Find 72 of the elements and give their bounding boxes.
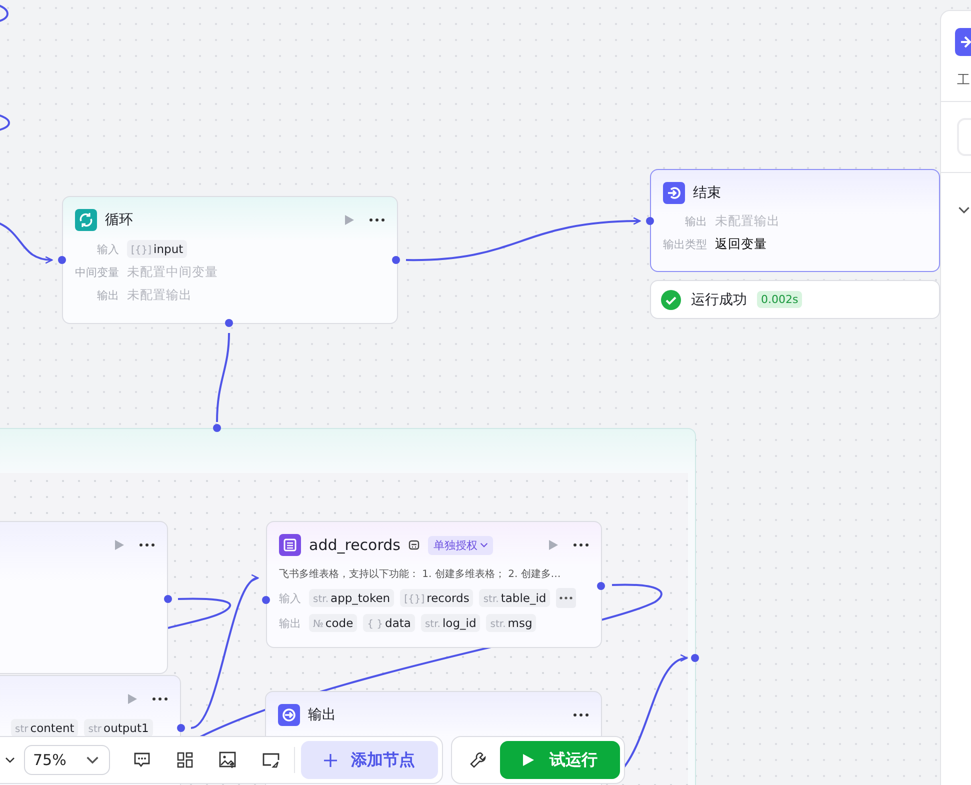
variable-tag: [{}] input: [127, 240, 188, 258]
more-icon[interactable]: [152, 697, 168, 701]
node-title: 输出: [308, 706, 336, 724]
port-handle[interactable]: [58, 256, 66, 264]
field-label: 中间变量: [75, 265, 119, 280]
field-label: 输入: [96, 242, 119, 256]
variable-tag: [{}] records: [400, 589, 474, 607]
node-title: 循环: [105, 211, 133, 229]
variable-tag: str content: [11, 719, 78, 737]
field-value: 未配置输出: [715, 213, 781, 230]
zoom-select[interactable]: 75%: [24, 745, 110, 775]
node-title: 结束: [693, 184, 721, 202]
node-card[interactable]: add_records 单独授权 飞书多维表格，支持以下功能： 1. 创建多维表格； 2. 创建多… 输入 str. app_token [{}] records str. table_id 输出 № code { } data str. log_id str. msg: [266, 521, 602, 648]
port-handle[interactable]: [213, 424, 221, 432]
node-title: add_records: [309, 536, 400, 554]
image-icon[interactable]: [218, 751, 236, 769]
add-node-button[interactable]: 添加节点: [301, 741, 438, 779]
field-label: 输出: [684, 214, 707, 229]
auth-dropdown[interactable]: 单独授权: [428, 536, 494, 554]
variable-tag: { } data: [363, 614, 415, 632]
field-value: 返回变量: [715, 236, 768, 253]
node-description: 飞书多维表格，支持以下功能： 1. 创建多维表格； 2. 创建多…: [279, 568, 562, 581]
port-handle[interactable]: [225, 319, 233, 327]
robot-icon: [408, 539, 420, 551]
comment-icon[interactable]: [132, 751, 150, 769]
exit-icon: [663, 182, 685, 204]
variable-tag: str. table_id: [479, 589, 550, 607]
chevron-down-icon: [86, 756, 99, 764]
port-handle[interactable]: [646, 217, 654, 225]
more-icon[interactable]: [573, 543, 589, 547]
field-value: 未配置中间变量: [127, 264, 219, 281]
node-card[interactable]: 结束 输出 未配置输出 输出类型 返回变量: [650, 169, 940, 272]
variable-tag: № code: [309, 614, 358, 632]
check-icon: [661, 290, 681, 310]
chevron-down-icon[interactable]: [958, 206, 970, 214]
field-label: 输入: [279, 590, 301, 606]
play-icon: [522, 754, 534, 766]
port-handle[interactable]: [597, 582, 605, 590]
chevron-down-icon[interactable]: [5, 757, 15, 763]
connector: [0, 3, 8, 23]
field-label: 输出类型: [663, 237, 707, 252]
panel-subtitle: 工: [957, 72, 970, 89]
loop-icon: [75, 209, 97, 231]
more-icon[interactable]: [556, 588, 576, 608]
enter-icon: [278, 704, 300, 726]
layout-icon[interactable]: [176, 752, 192, 768]
connector: [0, 221, 53, 264]
variable-tag: str output1: [84, 719, 153, 737]
field-label: 输出: [96, 288, 119, 303]
node-card[interactable]: [0, 521, 168, 674]
wrench-icon[interactable]: [469, 751, 487, 769]
variable-tag: str. msg: [486, 614, 536, 632]
port-handle[interactable]: [392, 256, 400, 264]
more-icon[interactable]: [573, 713, 589, 717]
field-label: 输出: [279, 616, 301, 630]
port-handle[interactable]: [262, 596, 270, 604]
table-icon: [279, 534, 301, 556]
variable-tag: str. app_token: [309, 589, 394, 607]
port-handle[interactable]: [177, 724, 185, 732]
node-card[interactable]: 循环 输入 [{}] input 中间变量 未配置中间变量 输出 未配置输出: [62, 196, 398, 324]
plus-icon: [324, 754, 337, 766]
chevron-down-icon: [480, 542, 488, 548]
port-handle[interactable]: [164, 595, 172, 603]
screen-icon[interactable]: [262, 752, 280, 768]
more-icon[interactable]: [139, 543, 155, 547]
more-icon[interactable]: [369, 218, 385, 222]
field-value: 未配置输出: [127, 287, 193, 304]
connector: [0, 113, 10, 132]
variable-tag: str. log_id: [420, 614, 480, 632]
duration-badge: 0.002s: [757, 291, 802, 308]
status-text: 运行成功: [691, 290, 747, 308]
port-handle[interactable]: [691, 654, 699, 662]
